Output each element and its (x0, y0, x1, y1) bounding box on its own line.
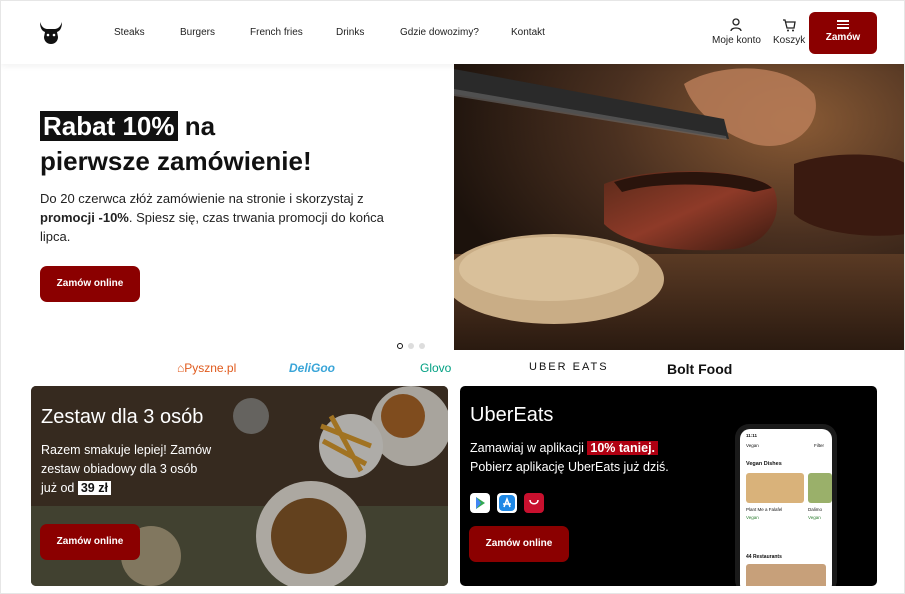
family-set-title: Zestaw dla 3 osób (41, 406, 204, 428)
phone-mockup: 11:11 Vegan Filter Vegan Dishes Plant Me… (735, 424, 837, 586)
ubereats-title: UberEats (470, 404, 554, 426)
hero-order-online-button[interactable]: Zamów online (40, 266, 140, 302)
ubereats-line2: Pobierz aplikację UberEats już dziś. (470, 460, 669, 474)
hero-description: Do 20 czerwca złóż zamówienie na stronie… (40, 189, 410, 246)
family-set-line3: już od (41, 481, 78, 495)
hero-steak-image (454, 64, 904, 350)
family-set-line1: Razem smakuje lepiej! Zamów (41, 443, 212, 457)
page: Steaks Burgers French fries Drinks Gdzie… (0, 0, 905, 594)
nav-delivery-area[interactable]: Gdzie dowozimy? (400, 27, 479, 38)
ubereats-line1: Zamawiaj w aplikacji (470, 441, 588, 455)
promo-card-ubereats: UberEats Zamawiaj w aplikacji 10% taniej… (460, 386, 877, 586)
user-icon (730, 18, 743, 32)
app-store-badges (470, 493, 551, 513)
family-set-line2: zestaw obiadowy dla 3 osób (41, 462, 198, 476)
carousel-dot-1[interactable] (397, 343, 403, 349)
delivery-partners: ⌂Pyszne.pl DeliGoo Glovo UBER EATS Bolt … (1, 356, 904, 382)
hero-text-bold: promocji -10% (40, 210, 129, 225)
google-play-icon[interactable] (470, 493, 490, 513)
nav-contact[interactable]: Kontakt (511, 27, 545, 38)
carousel-dot-2[interactable] (408, 343, 414, 349)
account-link[interactable]: Moje konto (712, 18, 761, 46)
phone-item-2: Dalimo (808, 507, 823, 512)
steak-photo-illustration (454, 64, 904, 350)
phone-food-thumb-1 (746, 473, 804, 503)
partner-ubereats-logo[interactable]: UBER EATS (529, 361, 609, 373)
ubereats-description: Zamawiaj w aplikacji 10% taniej. Pobierz… (470, 439, 730, 477)
partner-deligoo-logo[interactable]: DeliGoo (289, 361, 335, 375)
account-label: Moje konto (712, 35, 761, 46)
hero-promo: Rabat 10% na pierwsze zamówienie! Do 20 … (1, 64, 454, 350)
cart-link[interactable]: Koszyk (773, 18, 805, 46)
hero-title: Rabat 10% na pierwsze zamówienie! (40, 109, 312, 179)
carousel-dot-3[interactable] (419, 343, 425, 349)
phone-item-1-sub: Vegan (746, 515, 759, 520)
partner-pyszne-logo[interactable]: ⌂Pyszne.pl (177, 361, 236, 375)
site-header: Steaks Burgers French fries Drinks Gdzie… (1, 1, 904, 64)
phone-food-thumb-2 (808, 473, 832, 503)
ubereats-order-button[interactable]: Zamów online (469, 526, 569, 562)
nav-drinks[interactable]: Drinks (336, 27, 364, 38)
promo-card-family-set: Zestaw dla 3 osób Razem smakuje lepiej! … (31, 386, 448, 586)
hero-title-line2: pierwsze zamówienie! (40, 146, 312, 176)
phone-tab-right: Filter (814, 443, 824, 448)
phone-restaurants-count: 44 Restaurants (746, 554, 782, 560)
nav-burgers[interactable]: Burgers (180, 27, 215, 38)
bull-logo-icon[interactable] (37, 19, 65, 45)
phone-restaurant-thumb (746, 564, 826, 586)
cart-icon (783, 19, 796, 32)
nav-steaks[interactable]: Steaks (114, 27, 145, 38)
hero-title-highlight: Rabat 10% (40, 111, 178, 141)
ubereats-discount-tag: 10% taniej. (587, 441, 659, 455)
order-button[interactable]: Zamów (809, 12, 877, 54)
hero-text-part1: Do 20 czerwca złóż zamówienie na stronie… (40, 191, 364, 206)
partner-boltfood-logo[interactable]: Bolt Food (667, 361, 732, 377)
phone-time: 11:11 (746, 433, 758, 438)
phone-section-title: Vegan Dishes (746, 461, 782, 467)
carousel-dots (397, 336, 430, 354)
family-set-description: Razem smakuje lepiej! Zamów zestaw obiad… (41, 441, 291, 498)
order-button-label: Zamów (825, 31, 861, 43)
app-store-icon[interactable] (497, 493, 517, 513)
phone-item-1: Plant Me a Falafel (746, 507, 783, 512)
cart-label: Koszyk (773, 35, 806, 46)
family-set-order-button[interactable]: Zamów online (40, 524, 140, 560)
huawei-appgallery-icon[interactable] (524, 493, 544, 513)
partner-glovo-logo[interactable]: Glovo (420, 361, 451, 375)
hero-title-rest: na (177, 111, 216, 141)
phone-item-2-sub: Vegan (808, 515, 821, 520)
nav-french-fries[interactable]: French fries (250, 27, 303, 38)
family-set-price: 39 zł (77, 481, 111, 495)
menu-lines-icon (837, 20, 849, 29)
phone-tab-left: Vegan (746, 443, 759, 448)
